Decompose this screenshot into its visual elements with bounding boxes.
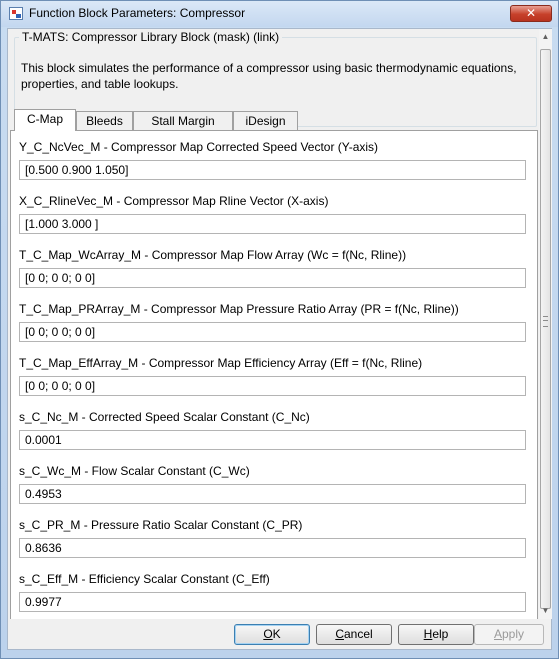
c-map-tab-panel: Y_C_NcVec_M - Compressor Map Corrected S…: [10, 130, 538, 619]
cancel-mnemonic: C: [335, 627, 344, 641]
scrollbar-thumb[interactable]: [540, 49, 551, 609]
dialog-window: Function Block Parameters: Compressor ✕ …: [0, 0, 559, 659]
ok-label: K: [272, 627, 281, 641]
param-label-ncvec: Y_C_NcVec_M - Compressor Map Corrected S…: [19, 140, 379, 154]
apply-button: Apply: [474, 624, 544, 645]
cancel-label: ancel: [343, 627, 373, 641]
tab-stall-margin[interactable]: Stall Margin: [133, 111, 233, 130]
parameters-scroll-area: T-MATS: Compressor Library Block (mask) …: [8, 29, 539, 619]
param-label-c-wc: s_C_Wc_M - Flow Scalar Constant (C_Wc): [19, 464, 250, 478]
param-label-rlinevec: X_C_RlineVec_M - Compressor Map Rline Ve…: [19, 194, 329, 208]
tab-idesign[interactable]: iDesign: [233, 111, 298, 130]
param-input-c-wc[interactable]: 0.4953: [19, 484, 526, 504]
apply-mnemonic: A: [493, 627, 502, 641]
scroll-down-arrow-icon[interactable]: ▼: [539, 603, 552, 619]
block-description-text: This block simulates the performance of …: [21, 61, 517, 91]
param-input-wc-array[interactable]: [0 0; 0 0; 0 0]: [19, 268, 526, 288]
block-description-title: T-MATS: Compressor Library Block (mask) …: [19, 30, 283, 44]
window-title: Function Block Parameters: Compressor: [29, 6, 246, 20]
param-input-eff-array[interactable]: [0 0; 0 0; 0 0]: [19, 376, 526, 396]
param-input-c-nc[interactable]: 0.0001: [19, 430, 526, 450]
simulink-block-icon: [9, 7, 23, 20]
param-input-ncvec[interactable]: [0.500 0.900 1.050]: [19, 160, 526, 180]
param-label-eff-array: T_C_Map_EffArray_M - Compressor Map Effi…: [19, 356, 423, 370]
apply-label: pply: [502, 627, 525, 641]
dialog-button-bar: OK Cancel Help Apply: [8, 619, 551, 649]
help-label: elp: [432, 627, 449, 641]
param-label-c-eff: s_C_Eff_M - Efficiency Scalar Constant (…: [19, 572, 270, 586]
ok-button[interactable]: OK: [234, 624, 310, 645]
param-input-c-eff[interactable]: 0.9977: [19, 592, 526, 612]
param-input-pr-array[interactable]: [0 0; 0 0; 0 0]: [19, 322, 526, 342]
tab-bleeds[interactable]: Bleeds: [76, 111, 133, 130]
param-label-pr-array: T_C_Map_PRArray_M - Compressor Map Press…: [19, 302, 459, 316]
dialog-client-area: T-MATS: Compressor Library Block (mask) …: [7, 28, 552, 650]
help-button[interactable]: Help: [398, 624, 474, 645]
param-label-c-nc: s_C_Nc_M - Corrected Speed Scalar Consta…: [19, 410, 310, 424]
param-input-rlinevec[interactable]: [1.000 3.000 ]: [19, 214, 526, 234]
param-label-c-pr: s_C_PR_M - Pressure Ratio Scalar Constan…: [19, 518, 303, 532]
param-input-c-pr[interactable]: 0.8636: [19, 538, 526, 558]
ok-mnemonic: O: [263, 627, 273, 641]
cancel-button[interactable]: Cancel: [316, 624, 392, 645]
vertical-scrollbar[interactable]: ▲ ▼: [539, 29, 552, 619]
tab-strip: C-Map Bleeds Stall Margin iDesign: [14, 109, 534, 131]
title-bar[interactable]: Function Block Parameters: Compressor ✕: [1, 1, 558, 27]
close-icon: ✕: [525, 6, 537, 20]
close-button[interactable]: ✕: [510, 5, 552, 22]
scrollbar-grip-icon: [543, 316, 548, 327]
scroll-up-arrow-icon[interactable]: ▲: [539, 29, 552, 45]
param-label-wc-array: T_C_Map_WcArray_M - Compressor Map Flow …: [19, 248, 407, 262]
tab-c-map[interactable]: C-Map: [14, 109, 76, 131]
